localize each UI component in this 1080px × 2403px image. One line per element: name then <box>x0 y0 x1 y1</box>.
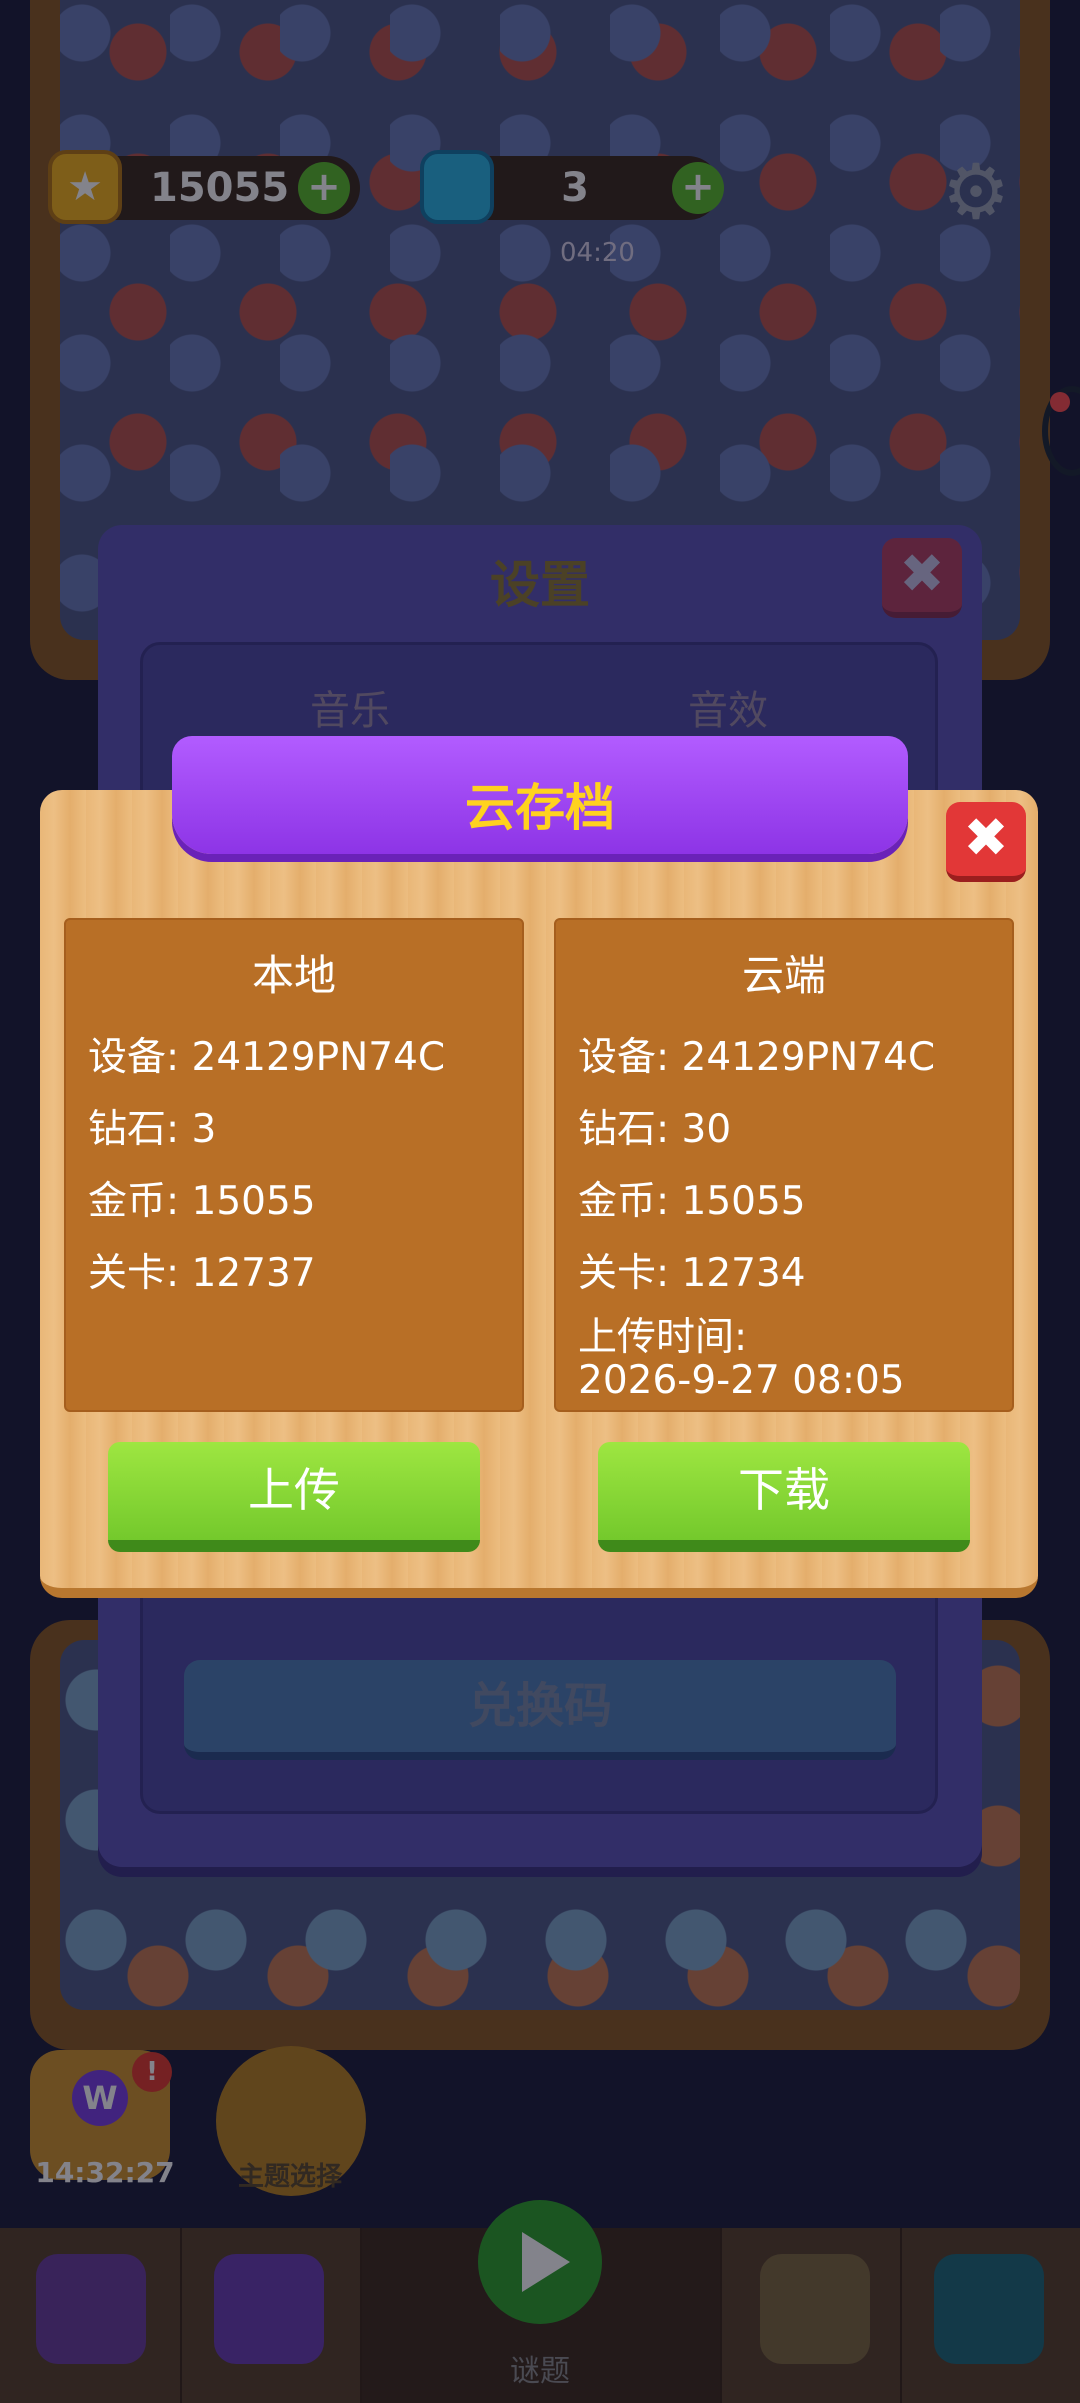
cloud-upload-time: 2026-9-27 08:05 <box>578 1358 905 1403</box>
local-save-title: 本地 <box>251 951 336 1000</box>
cloud-save-panel-title: 云端 <box>741 951 826 1000</box>
cloud-save-title: 云存档 <box>465 779 615 837</box>
local-device: 设备: 24129PN74C <box>88 1035 446 1080</box>
cloud-device: 设备: 24129PN74C <box>578 1035 936 1080</box>
local-level: 关卡: 12737 <box>88 1251 316 1296</box>
cloud-save-close-button[interactable]: ✖ <box>946 802 1026 882</box>
local-coins: 金币: 15055 <box>88 1179 316 1224</box>
cloud-level: 关卡: 12734 <box>578 1251 806 1296</box>
cloud-coins: 金币: 15055 <box>578 1179 806 1224</box>
upload-button[interactable]: 上传 <box>108 1442 480 1552</box>
local-diamonds: 钻石: 3 <box>88 1107 217 1152</box>
cloud-diamonds: 钻石: 30 <box>578 1107 732 1152</box>
cloud-upload-time-label: 上传时间: <box>578 1315 748 1360</box>
download-button[interactable]: 下载 <box>598 1442 970 1552</box>
